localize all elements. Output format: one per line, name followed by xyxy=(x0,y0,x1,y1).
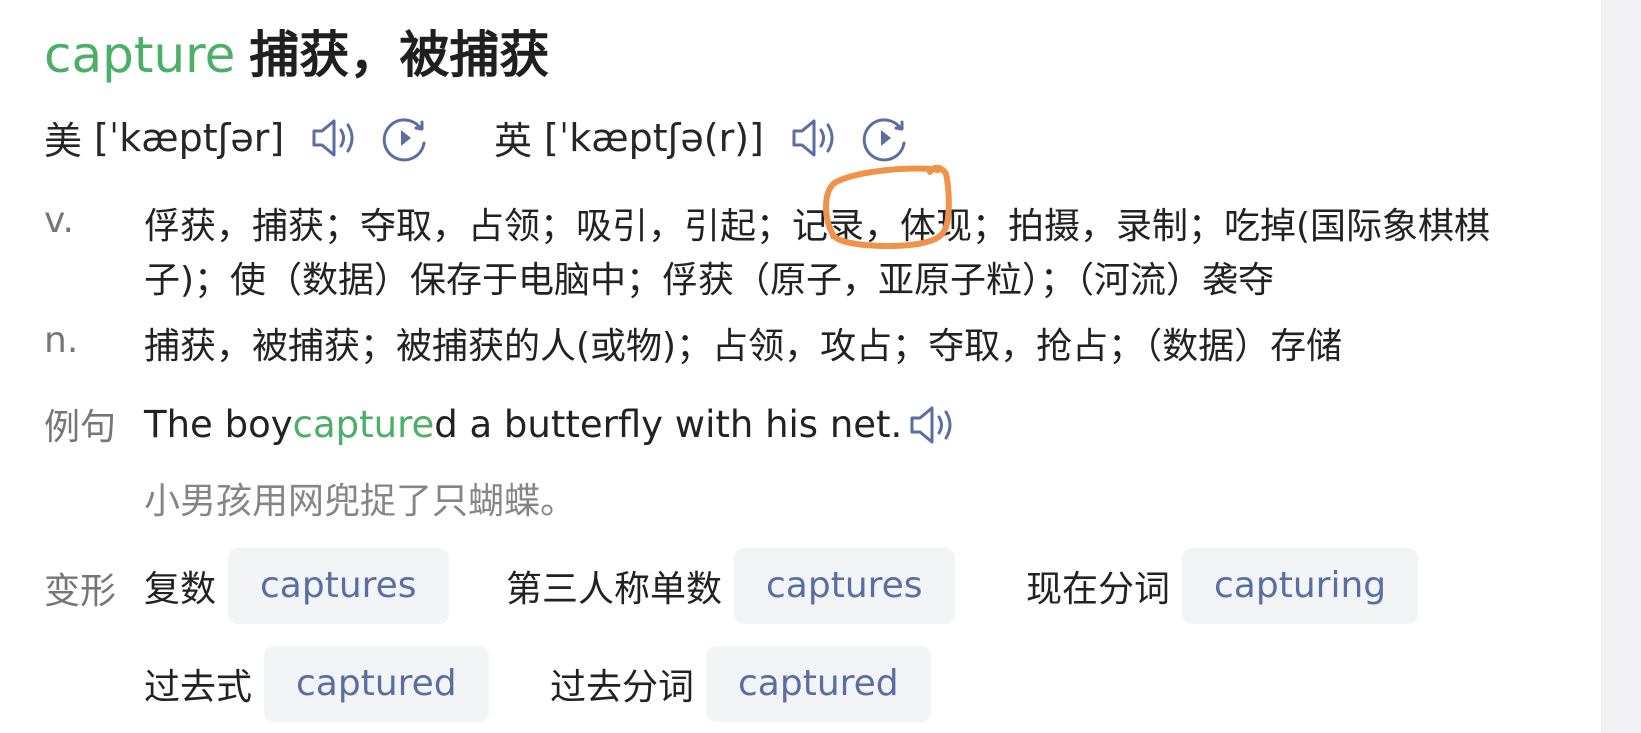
accent-label-us: 美 xyxy=(44,119,83,163)
form-name-present-participle: 现在分词 xyxy=(1026,569,1171,610)
speaker-icon[interactable] xyxy=(310,116,360,160)
form-third-person: 第三人称单数 captures xyxy=(506,548,955,624)
form-past-tense: 过去式 captured xyxy=(144,646,489,722)
ipa-uk: [ˈkæptʃə(r)] xyxy=(544,115,764,160)
replay-icon[interactable] xyxy=(380,113,430,163)
example-english: The boy capture d a butterfly with his ne… xyxy=(144,398,958,452)
form-plural: 复数 captures xyxy=(144,548,449,624)
form-chip-past-participle[interactable]: captured xyxy=(706,646,931,722)
scrollbar-track[interactable] xyxy=(1601,0,1641,733)
replay-icon[interactable] xyxy=(860,113,910,163)
pronunciation-uk: 英 [ˈkæptʃə(r)] xyxy=(494,110,910,165)
pronunciation-us: 美 [ˈkæptʃər] xyxy=(44,110,430,165)
example-row: 例句 The boy capture d a butterfly with his… xyxy=(44,398,958,452)
definition-noun: n. 捕获，被捕获；被捕获的人(或物)；占领，攻占；夺取，抢占；（数据）存储 xyxy=(44,320,1544,374)
definition-text-verb: 俘获，捕获；夺取，占领；吸引，引起；记录，体现；拍摄，录制；吃掉(国际象棋棋子)… xyxy=(144,206,1491,301)
headword-gloss: 捕获，被捕获 xyxy=(249,26,550,84)
form-chip-plural[interactable]: captures xyxy=(228,548,449,624)
example-label: 例句 xyxy=(44,407,117,448)
example-text-before: The boy xyxy=(144,403,293,446)
form-chip-past-tense[interactable]: captured xyxy=(264,646,489,722)
form-chip-third-person[interactable]: captures xyxy=(734,548,955,624)
form-present-participle: 现在分词 capturing xyxy=(1026,548,1419,624)
forms-label: 变形 xyxy=(44,571,117,612)
definition-text-noun: 捕获，被捕获；被捕获的人(或物)；占领，攻占；夺取，抢占；（数据）存储 xyxy=(144,326,1343,367)
headword-term: capture xyxy=(44,26,236,84)
pos-label-noun: n. xyxy=(44,320,79,361)
example-text-after: d a butterfly with his net. xyxy=(434,403,903,446)
accent-label-uk: 英 xyxy=(494,119,533,163)
form-name-past-participle: 过去分词 xyxy=(550,667,695,708)
definition-verb: v. 俘获，捕获；夺取，占领；吸引，引起；记录，体现；拍摄，录制；吃掉(国际象棋… xyxy=(44,200,1544,308)
headword: capture 捕获，被捕获 xyxy=(44,22,549,88)
pos-label-verb: v. xyxy=(44,200,74,241)
form-name-past-tense: 过去式 xyxy=(144,667,253,708)
form-past-participle: 过去分词 captured xyxy=(550,646,931,722)
speaker-icon[interactable] xyxy=(908,403,958,447)
form-name-third-person: 第三人称单数 xyxy=(506,569,723,610)
ipa-us: [ˈkæptʃər] xyxy=(94,115,285,160)
example-translation: 小男孩用网兜捉了只蝴蝶。 xyxy=(144,481,577,522)
form-chip-present-participle[interactable]: capturing xyxy=(1182,548,1419,624)
example-highlight: capture xyxy=(292,403,435,446)
form-name-plural: 复数 xyxy=(144,569,217,610)
speaker-icon[interactable] xyxy=(790,116,840,160)
